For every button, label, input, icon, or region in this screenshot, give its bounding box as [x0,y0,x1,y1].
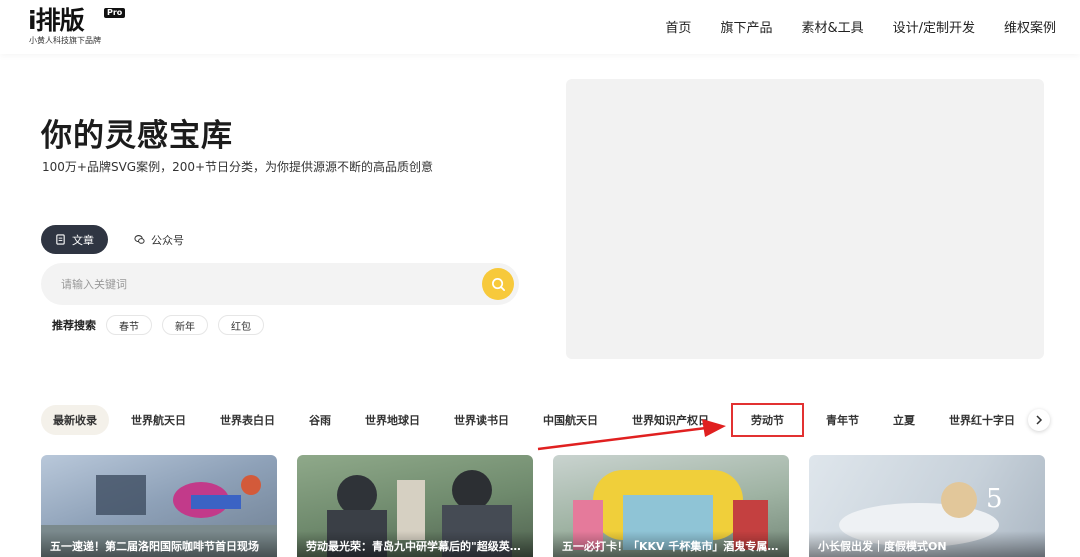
category-item[interactable]: 世界表白日 [208,405,287,435]
category-item-labor-day[interactable]: 劳动节 [731,403,804,437]
tab-article[interactable]: 文章 [41,225,108,254]
card-title: 五一必打卡！「KKV 千杯集市」酒鬼专属狂欢 [553,531,789,557]
category-item[interactable]: 谷雨 [297,405,343,435]
hero-title: 你的灵感宝库 [41,118,233,154]
search-type-tabs: 文章 公众号 [41,225,198,254]
card-title: 五一速递！第二届洛阳国际咖啡节首日现场 [41,531,277,557]
category-item[interactable]: 世界知识产权日 [620,405,721,435]
chevron-right-icon [1036,415,1043,425]
wechat-icon [134,235,145,244]
brand-logo[interactable]: i排版 Pro 小黄人科技旗下品牌 [28,6,128,46]
logo-tagline: 小黄人科技旗下品牌 [29,36,101,45]
hot-tag-new-year[interactable]: 新年 [162,315,208,335]
search-icon [491,277,505,291]
card-title: 小长假出发｜度假模式ON [809,531,1045,557]
main-nav: 首页 旗下产品 素材&工具 设计/定制开发 维权案例 [665,0,1056,52]
article-card[interactable]: 五一必打卡！「KKV 千杯集市」酒鬼专属狂欢 [553,455,789,557]
category-item[interactable]: 世界航天日 [119,405,198,435]
top-header: i排版 Pro 小黄人科技旗下品牌 首页 旗下产品 素材&工具 设计/定制开发 … [0,0,1080,54]
hot-tag-red-packet[interactable]: 红包 [218,315,264,335]
category-item[interactable]: 立夏 [881,405,927,435]
search-bar [41,263,519,305]
article-card[interactable]: 5 小长假出发｜度假模式ON [809,455,1045,557]
category-item[interactable]: 中国航天日 [531,405,610,435]
category-bar: 最新收录 世界航天日 世界表白日 谷雨 世界地球日 世界读书日 中国航天日 世界… [41,403,1037,437]
pro-badge: Pro [104,8,126,18]
article-card[interactable]: 五一速递！第二届洛阳国际咖啡节首日现场 [41,455,277,557]
nav-home[interactable]: 首页 [665,17,691,36]
logo-text: i排版 [28,6,85,35]
nav-materials-tools[interactable]: 素材&工具 [801,17,863,36]
search-button[interactable] [482,268,514,300]
tab-official-account[interactable]: 公众号 [120,225,198,254]
nav-products[interactable]: 旗下产品 [720,17,772,36]
nav-rights-cases[interactable]: 维权案例 [1004,17,1056,36]
recommended-search-label: 推荐搜索 [52,319,96,332]
hot-tag-spring-festival[interactable]: 春节 [106,315,152,335]
tab-official-account-label: 公众号 [151,233,184,247]
category-item[interactable]: 世界红十字日 [937,405,1027,435]
category-item[interactable]: 世界地球日 [353,405,432,435]
nav-design-dev[interactable]: 设计/定制开发 [893,17,975,36]
recommended-search: 推荐搜索 春节 新年 红包 [52,315,264,335]
document-icon [56,234,65,245]
hero-subtitle: 100万+品牌SVG案例，200+节日分类，为你提供源源不断的高品质创意 [42,160,434,174]
category-item[interactable]: 青年节 [814,405,871,435]
tab-article-label: 文章 [72,233,94,247]
category-item[interactable]: 世界读书日 [442,405,521,435]
card-title: 劳动最光荣：青岛九中研学幕后的"超级英雄" [297,531,533,557]
category-next-button[interactable] [1028,409,1050,431]
hero-banner-placeholder[interactable] [566,79,1044,359]
search-input[interactable] [61,263,481,305]
category-item[interactable]: 最新收录 [41,405,109,435]
article-card[interactable]: 劳动最光荣：青岛九中研学幕后的"超级英雄" [297,455,533,557]
svg-text:5: 5 [986,484,1003,514]
